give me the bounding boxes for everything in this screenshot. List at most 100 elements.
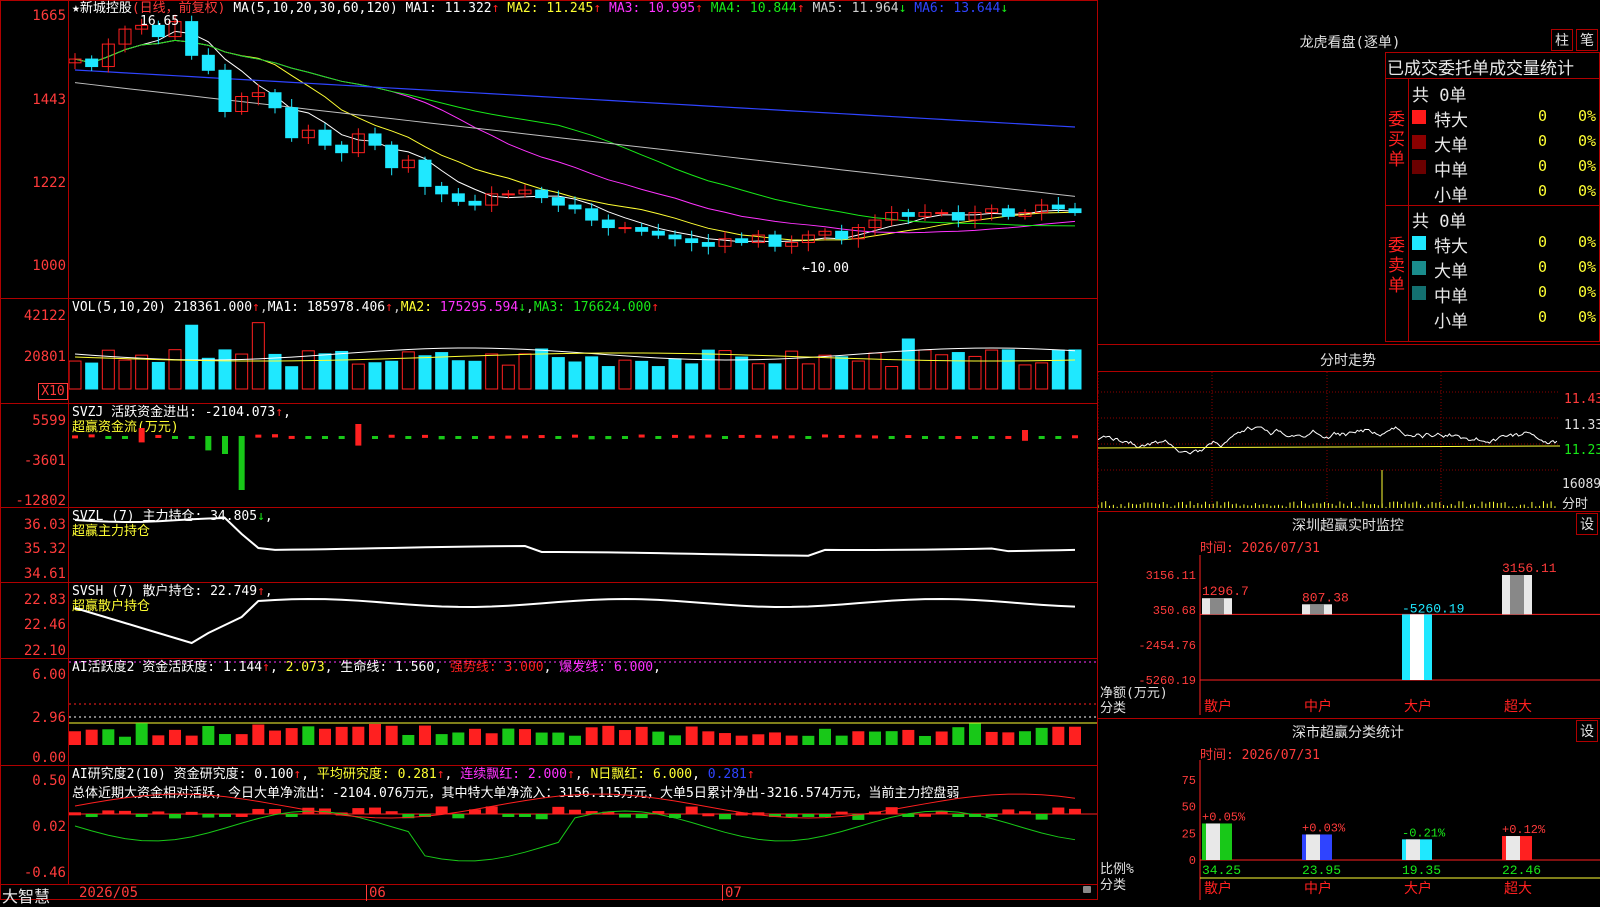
ai1-bar (635, 726, 648, 745)
ai2-bar (252, 808, 265, 814)
ai2-bar (835, 811, 848, 815)
candle (735, 238, 749, 244)
ai2-bar (819, 814, 831, 817)
fl-settings-button[interactable]: 设 (1576, 720, 1598, 742)
svzj-bar (305, 436, 312, 439)
ai1-bar (502, 728, 515, 745)
ai1-bar (619, 730, 631, 745)
ai2-bar (352, 808, 365, 814)
ai1-bar (452, 732, 465, 745)
sell-total: 共 0单 (1412, 212, 1467, 232)
vol-bar (885, 366, 899, 390)
vol-unit: X10 (38, 383, 68, 400)
vol-bar (285, 366, 299, 390)
vol-bar (435, 352, 449, 390)
ai2-green-line (74, 810, 1076, 862)
lhb-title: 龙虎看盘(逐单) (1299, 35, 1401, 51)
vol-bar (368, 362, 382, 390)
candle (435, 185, 449, 195)
ai-activity-chart[interactable] (69, 659, 1097, 765)
svzj-bar (855, 434, 862, 438)
vol-bar (801, 363, 815, 390)
volume-chart[interactable] (69, 299, 1097, 403)
ai1-bar (352, 726, 365, 745)
svzl-chart[interactable] (69, 508, 1097, 582)
svzj-bar (88, 434, 95, 438)
ai1-bar (552, 732, 565, 745)
candle (668, 234, 682, 240)
svzj-chart[interactable] (69, 404, 1097, 507)
date-06: 06 (366, 885, 386, 901)
ai2-bar (552, 806, 565, 814)
candle (568, 204, 582, 210)
ai2-bar (952, 814, 965, 817)
svsh-chart[interactable] (69, 583, 1097, 658)
ai1-bar (135, 723, 148, 745)
ai2-bar (635, 814, 648, 819)
ai2-bar (785, 814, 798, 817)
svzj-bar (138, 428, 145, 443)
buy-rows-2: 中单 0 0% (1408, 155, 1600, 181)
fl-cat: 散户 (1204, 880, 1232, 897)
sell-rows-0: 特大 0 0% (1408, 231, 1600, 257)
ai2-bar (1069, 808, 1081, 814)
svzj-bar (422, 434, 428, 438)
candle (835, 230, 849, 240)
vol-bar (69, 360, 82, 390)
sz-ytick: 3156.11 (1146, 569, 1196, 583)
sz-settings-button[interactable]: 设 (1576, 513, 1598, 535)
ai1-bar (369, 723, 381, 745)
ai1-bar (735, 735, 748, 745)
ai2-bar (152, 811, 165, 815)
ai1-bar (235, 734, 248, 745)
sz-time: 时间: 2026/07/31 (1200, 541, 1320, 556)
fl-val: 23.95 (1302, 863, 1341, 878)
sz-ytick: -2454.76 (1138, 639, 1196, 653)
ai1-bar (319, 728, 331, 745)
ai2-bar (135, 814, 148, 817)
candle (1001, 208, 1015, 217)
vol-bar (451, 360, 465, 390)
y-tick-main-3: 1000 (32, 258, 66, 274)
candle (685, 238, 699, 244)
vol-bar (335, 350, 349, 390)
fl-bar-core (1506, 836, 1520, 860)
fl-chg: +0.05% (1202, 810, 1246, 824)
svzj-bar (1038, 436, 1045, 439)
vol-bar (1001, 349, 1015, 390)
svzj-bar (838, 434, 845, 438)
sz-ytick: 350.68 (1153, 604, 1196, 618)
ai2-bar (185, 811, 198, 815)
fl-ytick: 0 (1189, 854, 1196, 868)
fs-price (1098, 426, 1558, 455)
ai-research-chart[interactable] (69, 766, 1097, 884)
ai2-bar (452, 814, 465, 819)
svzj-bar (472, 436, 478, 439)
sz-bar-core (1210, 598, 1224, 615)
ai1-bar (269, 730, 281, 745)
svzj-bar (872, 435, 878, 439)
sz-cat: 大户 (1404, 698, 1432, 715)
candle (285, 107, 299, 139)
kline-chart[interactable] (69, 0, 1097, 298)
bar-mode-button[interactable]: 柱 (1551, 29, 1573, 51)
ai2-bar (802, 814, 815, 817)
svzj-bar (555, 436, 562, 439)
ai2-bar (985, 814, 998, 818)
candle (385, 144, 399, 169)
candle (951, 212, 965, 221)
low-note: ←10.00 (802, 261, 849, 276)
vol-bar (568, 361, 582, 390)
lock-icon[interactable] (1083, 886, 1091, 893)
vol-bar (1068, 349, 1082, 390)
ai1-bar (402, 734, 415, 745)
vol-bar (868, 352, 882, 390)
vol-bar (768, 363, 782, 390)
svzj-bar (1005, 435, 1012, 439)
intraday-chart[interactable] (1098, 372, 1560, 508)
candle (1068, 208, 1082, 214)
ai1-bar (885, 731, 898, 745)
vol-bar (851, 360, 865, 390)
stroke-mode-button[interactable]: 笔 (1576, 29, 1598, 51)
svsh-line (74, 597, 1076, 645)
